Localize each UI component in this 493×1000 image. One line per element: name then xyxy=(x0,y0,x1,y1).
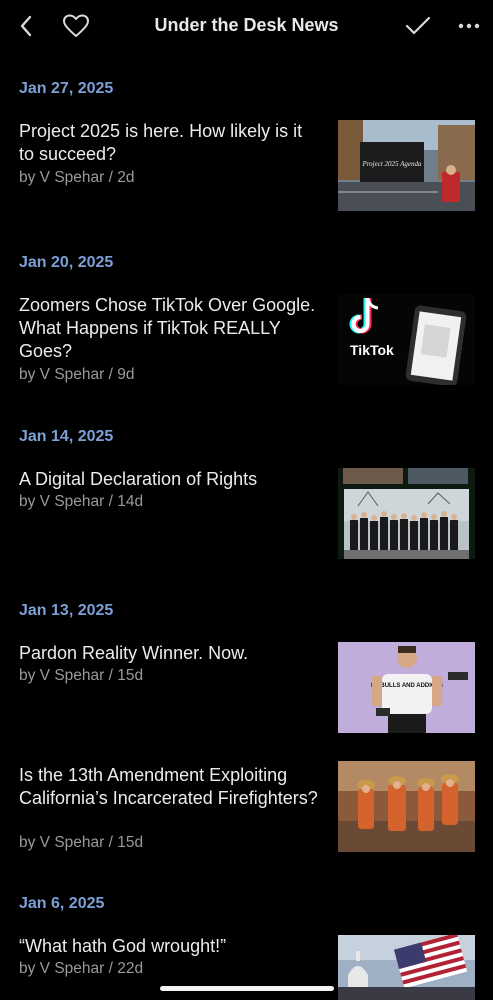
checkmark-icon[interactable] xyxy=(400,8,436,44)
article-list-item[interactable]: A Digital Declaration of Rights by V Spe… xyxy=(0,468,493,560)
date-header: Jan 27, 2025 xyxy=(19,80,114,97)
article-title: “What hath God wrought!” xyxy=(19,936,227,956)
date-header: Jan 6, 2025 xyxy=(19,895,105,912)
article-byline: by V Spehar / 15d xyxy=(19,667,144,684)
article-list-item[interactable]: Pardon Reality Winner. Now. by V Spehar … xyxy=(0,642,493,734)
article-title: A Digital Declaration of Rights xyxy=(19,469,258,489)
article-byline: by V Spehar / 22d xyxy=(19,960,144,977)
article-thumbnail: TikTok xyxy=(338,294,475,385)
top-navigation-bar: Under the Desk News xyxy=(0,0,493,54)
article-byline: by V Spehar / 14d xyxy=(19,493,144,510)
chevron-left-icon[interactable] xyxy=(10,10,42,42)
thumb-logo-text: TikTok xyxy=(350,342,394,358)
article-thumbnail xyxy=(338,468,475,559)
thumb-sign-text: Project 2025 Agenda xyxy=(361,160,422,168)
article-byline: by V Spehar / 2d xyxy=(19,169,135,186)
article-thumbnail xyxy=(338,935,475,1000)
article-thumbnail: Project 2025 Agenda xyxy=(338,120,475,211)
date-header: Jan 13, 2025 xyxy=(19,602,114,619)
article-byline: by V Spehar / 15d xyxy=(19,834,144,851)
date-header: Jan 14, 2025 xyxy=(19,428,114,445)
article-title: Zoomers Chose TikTok Over Google. What H… xyxy=(19,295,316,361)
page-title: Under the Desk News xyxy=(154,15,339,35)
article-thumbnail: PITBULLS AND ADDICTS xyxy=(338,642,475,733)
ellipsis-icon[interactable] xyxy=(452,12,486,40)
article-byline: by V Spehar / 9d xyxy=(19,366,135,383)
article-title: Is the 13th Amendment Exploiting Califor… xyxy=(19,765,318,808)
heart-icon[interactable] xyxy=(58,8,94,44)
article-list-item[interactable]: Project 2025 is here. How likely is it t… xyxy=(0,120,493,212)
article-thumbnail xyxy=(338,761,475,852)
home-indicator[interactable] xyxy=(160,986,334,991)
article-list-item[interactable]: Is the 13th Amendment Exploiting Califor… xyxy=(0,761,493,856)
date-header: Jan 20, 2025 xyxy=(19,254,114,271)
article-list-item[interactable]: Zoomers Chose TikTok Over Google. What H… xyxy=(0,294,493,386)
article-title: Pardon Reality Winner. Now. xyxy=(19,643,249,663)
article-title: Project 2025 is here. How likely is it t… xyxy=(19,121,303,164)
